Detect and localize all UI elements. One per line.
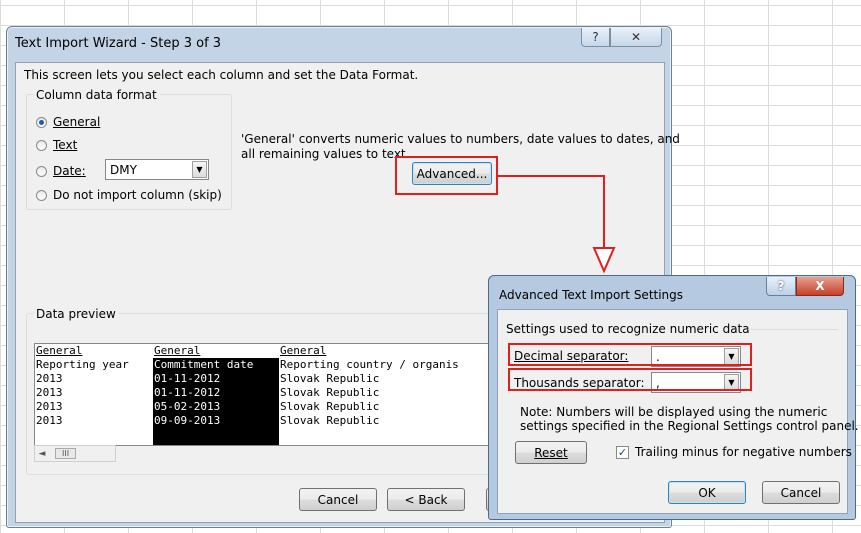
column-format-group-label: Column data format	[33, 88, 160, 102]
preview-column-3[interactable]: General Reporting country / organis Slov…	[279, 344, 499, 428]
close-icon: ✕	[630, 30, 642, 44]
preview-cell: Reporting country / organis	[280, 358, 459, 371]
ok-button[interactable]: OK	[668, 481, 746, 504]
trailing-minus-checkbox[interactable]: ✓ Trailing minus for negative numbers	[616, 445, 852, 459]
preview-cell: Commitment date	[154, 358, 254, 371]
decimal-separator-highlight	[508, 343, 752, 366]
preview-cell: Reporting year	[36, 358, 129, 371]
help-icon: ?	[777, 279, 785, 293]
radio-unselected-icon	[36, 139, 47, 151]
help-icon: ?	[592, 30, 599, 44]
preview-cell: 2013	[36, 414, 63, 427]
close-icon: X	[815, 279, 825, 293]
preview-cell: Slovak Republic	[280, 414, 380, 427]
checkmark-icon: ✓	[616, 445, 629, 459]
preview-column-2-selected[interactable]: General Commitment date 01-11-2012 01-11…	[153, 344, 279, 445]
advanced-dialog-title: Advanced Text Import Settings	[499, 288, 684, 302]
data-preview-grid[interactable]: General Reporting year 2013 2013 2013 20…	[34, 343, 500, 446]
preview-cell: 2013	[36, 400, 63, 413]
data-preview-label: Data preview	[33, 307, 119, 321]
advanced-cancel-button[interactable]: Cancel	[762, 481, 840, 504]
preview-cell: 05-02-2013	[154, 400, 221, 413]
scroll-thumb[interactable]: III	[55, 448, 77, 459]
trailing-minus-label: Trailing minus for negative numbers	[635, 445, 852, 459]
radio-unselected-icon	[36, 189, 47, 201]
radio-general-label: General	[53, 115, 101, 129]
wizard-intro-text: This screen lets you select each column …	[24, 68, 419, 82]
radio-text[interactable]: Text	[36, 138, 77, 152]
group-separator	[748, 329, 838, 330]
preview-cell: 2013	[36, 386, 63, 399]
scroll-left-icon[interactable]: ◄	[35, 449, 49, 459]
radio-skip[interactable]: Do not import column (skip)	[36, 188, 222, 202]
note-line2: settings specified in the Regional Setti…	[520, 419, 859, 433]
preview-header: General	[153, 344, 279, 358]
wizard-cancel-button[interactable]: Cancel	[299, 488, 377, 511]
radio-general[interactable]: General	[36, 115, 100, 129]
reset-button[interactable]: Reset	[515, 441, 587, 464]
radio-unselected-icon	[36, 165, 47, 177]
note-line1: Note: Numbers will be displayed using th…	[520, 405, 828, 419]
format-description-line1: 'General' converts numeric values to num…	[241, 132, 680, 146]
preview-horizontal-scrollbar[interactable]: ◄ III	[34, 445, 116, 462]
format-description-line2: all remaining values to text.	[241, 147, 410, 161]
advanced-cancel-label: Cancel	[780, 485, 822, 500]
preview-cell: Slovak Republic	[280, 400, 380, 413]
advanced-close-button[interactable]: X	[796, 277, 844, 296]
preview-cell: 01-11-2012	[154, 386, 221, 399]
advanced-highlight-box	[395, 156, 498, 195]
radio-skip-label: Do not import column (skip)	[53, 188, 222, 202]
numeric-settings-label: Settings used to recognize numeric data	[506, 322, 750, 336]
ok-button-label: OK	[698, 485, 716, 500]
preview-cell: Slovak Republic	[280, 386, 380, 399]
radio-date[interactable]: Date:	[36, 164, 86, 178]
chevron-down-icon[interactable]: ▼	[192, 161, 207, 178]
back-button[interactable]: < Back	[387, 488, 465, 511]
preview-cell: 09-09-2013	[154, 414, 221, 427]
back-button-label: < Back	[404, 492, 448, 507]
wizard-cancel-label: Cancel	[317, 492, 359, 507]
radio-selected-icon	[36, 116, 47, 128]
advanced-dialog-body: Settings used to recognize numeric data …	[497, 309, 859, 514]
preview-cell: Slovak Republic	[280, 372, 380, 385]
advanced-settings-dialog: Advanced Text Import Settings ? X Settin…	[488, 275, 859, 520]
date-format-value: DMY	[110, 162, 137, 177]
reset-button-label: Reset	[534, 445, 568, 460]
radio-date-label: Date:	[53, 164, 86, 178]
date-format-select[interactable]: DMY ▼	[105, 159, 209, 180]
wizard-title: Text Import Wizard - Step 3 of 3	[15, 36, 222, 51]
wizard-close-button[interactable]: ✕	[610, 28, 662, 47]
preview-header: General	[36, 344, 83, 357]
preview-header: General	[280, 344, 327, 357]
thousands-separator-highlight	[508, 368, 752, 391]
preview-cell: 2013	[36, 372, 63, 385]
radio-text-label: Text	[53, 138, 78, 152]
preview-column-1[interactable]: General Reporting year 2013 2013 2013 20…	[35, 344, 153, 428]
advanced-help-button[interactable]: ?	[766, 277, 796, 296]
preview-cell: 01-11-2012	[154, 372, 221, 385]
wizard-help-button[interactable]: ?	[581, 28, 610, 47]
